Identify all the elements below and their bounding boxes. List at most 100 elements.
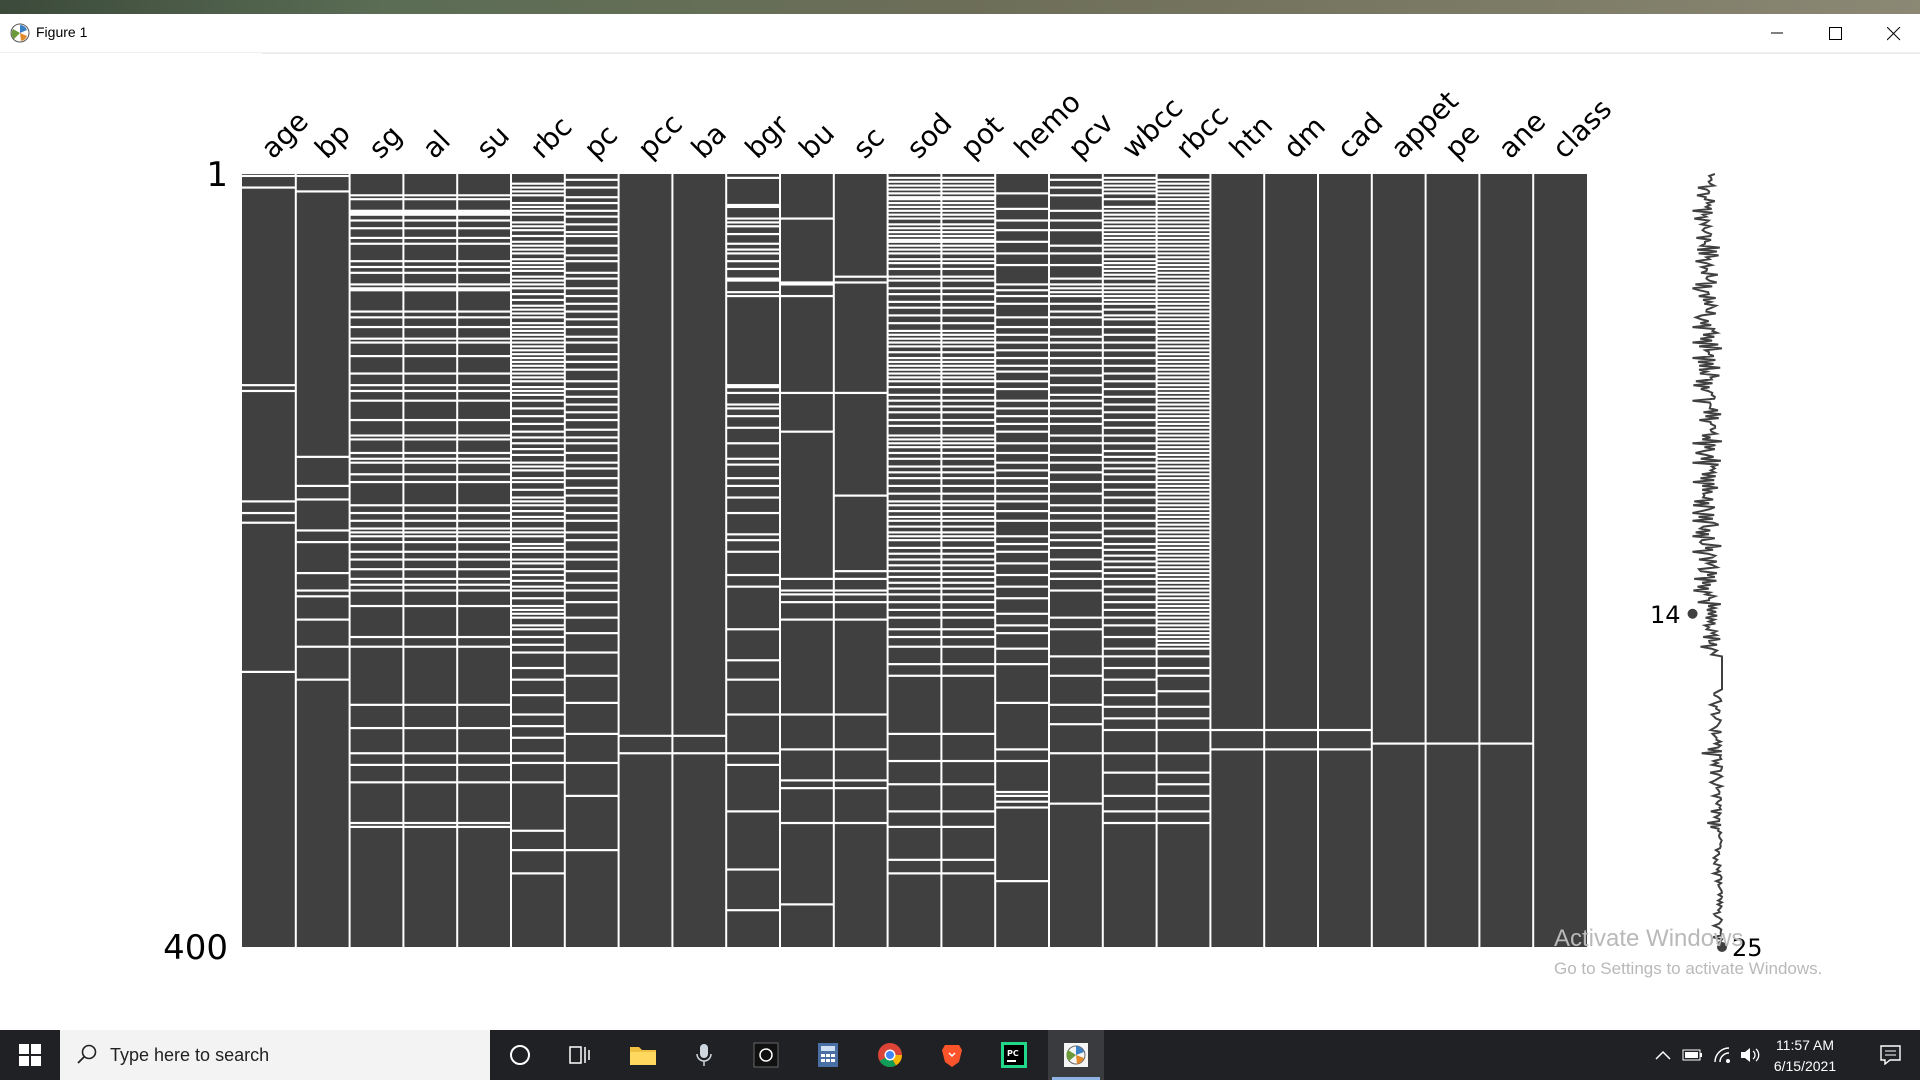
missing-row-bgr-43 xyxy=(726,909,780,912)
start-button[interactable] xyxy=(0,1030,58,1080)
missing-row-bgr-25 xyxy=(726,463,780,466)
missing-row-bp-2 xyxy=(295,455,350,458)
missing-row-su-28 xyxy=(457,451,511,455)
missing-row-pot-55 xyxy=(941,446,996,449)
missing-row-pot-59 xyxy=(941,471,996,474)
network-status[interactable] xyxy=(1710,1030,1736,1080)
missing-row-rbcc-17 xyxy=(1156,244,1211,247)
missing-row-rbcc-88 xyxy=(1156,519,1211,522)
missing-row-sod-51 xyxy=(887,424,942,427)
show-hidden-icons-button[interactable] xyxy=(1652,1030,1674,1080)
missing-row-wbcc-33 xyxy=(1102,318,1157,321)
missing-row-pcv-38 xyxy=(1049,511,1103,515)
missing-row-sod-3 xyxy=(887,188,942,191)
missing-row-sc-12 xyxy=(833,779,888,782)
missing-row-bu-2 xyxy=(780,283,834,286)
missing-row-su-43 xyxy=(457,577,511,581)
missing-row-al-37 xyxy=(403,531,458,534)
missing-row-ane-0 xyxy=(1479,742,1534,745)
missing-row-sc-9 xyxy=(833,618,888,621)
missing-row-wbcc-81 xyxy=(1102,694,1157,697)
missing-row-rbcc-57 xyxy=(1156,399,1211,402)
missing-row-rbcc-16 xyxy=(1156,240,1211,243)
missing-row-pot-10 xyxy=(941,213,996,216)
missing-row-pc-51 xyxy=(564,616,619,619)
missing-row-rbcc-14 xyxy=(1156,232,1211,236)
missing-row-wbcc-17 xyxy=(1102,248,1157,251)
taskbar-chrome[interactable] xyxy=(862,1030,918,1080)
missing-row-rbc-83 xyxy=(511,597,565,600)
missing-row-al-35 xyxy=(403,519,458,522)
volume-control[interactable] xyxy=(1738,1030,1762,1080)
taskbar-calculator[interactable] xyxy=(800,1030,856,1080)
missing-row-rbc-72 xyxy=(511,535,565,538)
missing-row-bgr-23 xyxy=(726,442,780,445)
missing-row-rbcc-11 xyxy=(1156,221,1211,224)
missing-row-rbcc-22 xyxy=(1156,263,1211,267)
missing-row-pot-81 xyxy=(941,601,996,604)
missing-row-wbcc-79 xyxy=(1102,666,1157,670)
missing-row-rbc-60 xyxy=(511,469,565,472)
missing-row-bu-13 xyxy=(780,779,834,782)
missing-row-pot-17 xyxy=(941,240,996,243)
missing-row-age-3 xyxy=(242,389,296,393)
missing-row-pot-36 xyxy=(941,345,996,348)
missing-row-wbcc-85 xyxy=(1102,752,1157,755)
missing-row-sg-46 xyxy=(349,604,404,608)
missing-row-rbc-30 xyxy=(511,322,565,325)
missing-row-rbc-57 xyxy=(511,453,565,457)
missing-row-sg-34 xyxy=(349,511,404,515)
taskbar-file-explorer[interactable] xyxy=(614,1030,670,1080)
missing-row-rbcc-125 xyxy=(1156,690,1211,693)
missing-row-bgr-39 xyxy=(726,752,780,755)
missing-row-wbcc-34 xyxy=(1102,325,1157,329)
taskbar-brave[interactable] xyxy=(924,1030,980,1080)
taskbar-python-figure[interactable] xyxy=(1048,1030,1104,1080)
missing-row-htn-1 xyxy=(1210,748,1265,751)
taskbar-voice-recorder[interactable] xyxy=(676,1030,732,1080)
missing-row-hemo-0 xyxy=(995,192,1049,195)
missing-row-hemo-2 xyxy=(995,219,1049,222)
cortana-button[interactable] xyxy=(492,1030,548,1080)
missing-row-rbcc-66 xyxy=(1156,434,1211,437)
missing-row-wbcc-75 xyxy=(1102,624,1157,627)
missing-row-rbc-88 xyxy=(511,624,565,627)
missing-row-pcv-6 xyxy=(1049,244,1103,247)
missing-row-sg-9 xyxy=(349,260,404,263)
taskbar-anaconda-prompt[interactable] xyxy=(738,1030,794,1080)
missing-row-su-55 xyxy=(457,825,511,828)
missing-row-sod-12 xyxy=(887,223,942,226)
missing-row-sg-50 xyxy=(349,726,404,730)
missing-row-pcv-11 xyxy=(1049,287,1103,290)
taskbar-clock[interactable]: 11:57 AM 6/15/2021 xyxy=(1760,1035,1850,1077)
matrix-column-pcc xyxy=(618,174,673,947)
missing-row-rbc-53 xyxy=(511,430,565,433)
missing-row-sod-28 xyxy=(887,300,942,303)
missing-row-sod-79 xyxy=(887,587,942,590)
taskbar-search-box[interactable]: Type here to search xyxy=(60,1030,490,1080)
battery-status[interactable] xyxy=(1680,1030,1706,1080)
missing-row-dm-1 xyxy=(1264,748,1318,751)
missing-row-pot-27 xyxy=(941,293,996,296)
taskbar-pycharm[interactable]: PC xyxy=(986,1030,1042,1080)
missing-row-sod-9 xyxy=(887,209,942,212)
missing-row-rbc-49 xyxy=(511,399,565,402)
missing-row-sc-13 xyxy=(833,787,888,790)
missing-row-sg-0 xyxy=(349,194,404,197)
missing-row-rbc-26 xyxy=(511,304,565,307)
action-center-button[interactable] xyxy=(1862,1030,1920,1080)
missing-row-rbcc-10 xyxy=(1156,217,1211,220)
missing-row-sg-53 xyxy=(349,781,404,784)
missing-row-rbc-13 xyxy=(511,244,565,247)
missing-row-pc-32 xyxy=(564,436,619,439)
missing-row-rbc-22 xyxy=(511,283,565,286)
missing-row-al-44 xyxy=(403,583,458,586)
missing-row-al-20 xyxy=(403,355,458,358)
column-label-pcc: pcc xyxy=(631,107,689,165)
missing-row-sg-47 xyxy=(349,635,404,639)
task-view-button[interactable] xyxy=(552,1030,608,1080)
missing-row-rbcc-25 xyxy=(1156,275,1211,278)
missing-row-sod-14 xyxy=(887,231,942,234)
missing-row-rbc-70 xyxy=(511,527,565,530)
missing-row-pc-12 xyxy=(564,271,619,274)
